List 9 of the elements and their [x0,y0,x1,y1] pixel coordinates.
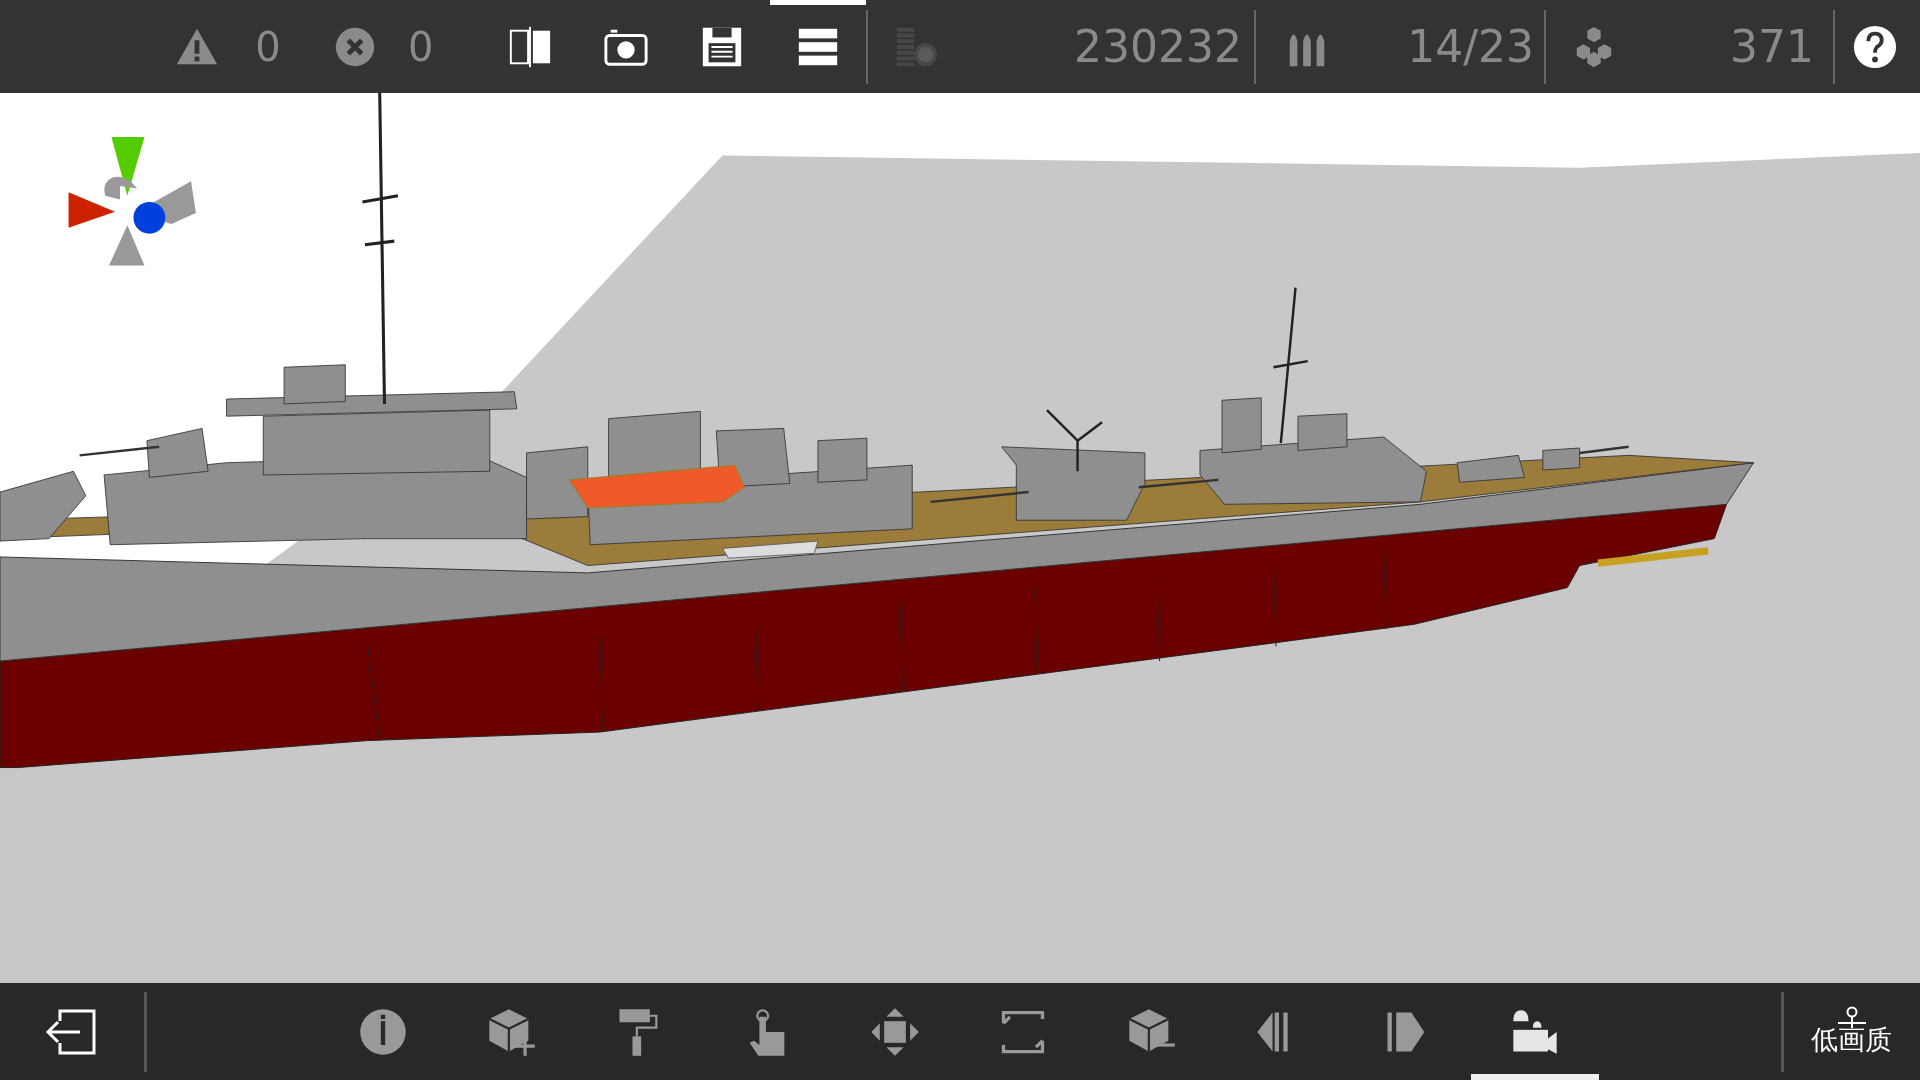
ammo-value: 14/23 [1406,21,1534,72]
ship-drawing[interactable] [0,93,1754,769]
error-count: 0 [408,23,434,70]
cost-value: 230232 [1073,21,1242,72]
warning-count: 0 [255,23,281,70]
orientation-gizmo-drawing[interactable] [68,137,196,266]
help-icon[interactable] [1852,23,1898,70]
quality-toggle-button[interactable]: 低画质 [1784,983,1919,1080]
parts-value: 371 [1729,21,1814,72]
